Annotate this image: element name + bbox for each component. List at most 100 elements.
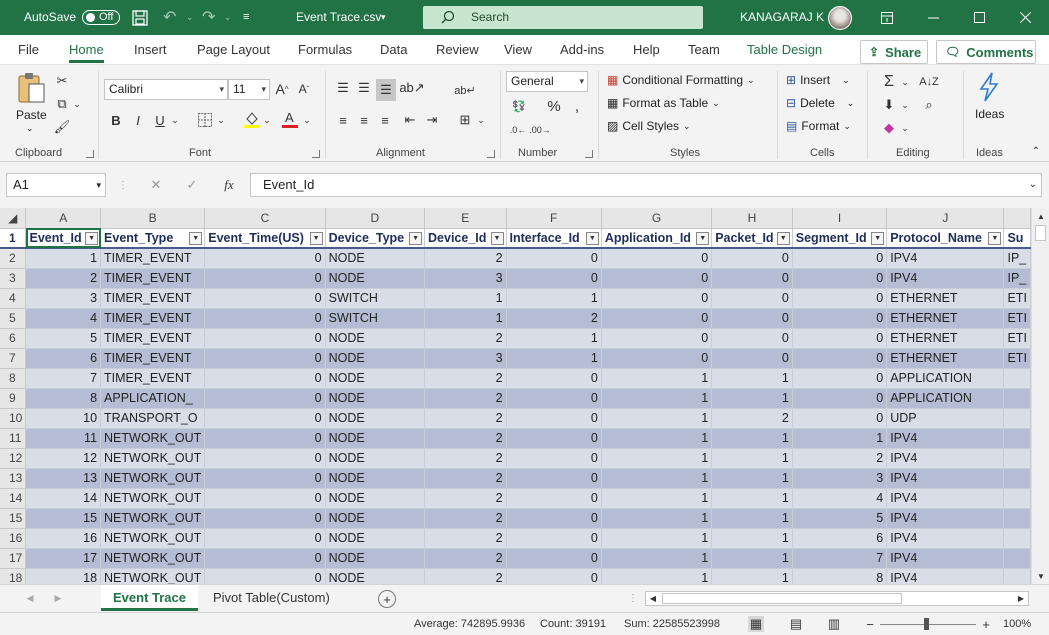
table-cell[interactable]: 0 <box>792 248 888 269</box>
underline-dropdown-icon[interactable]: ⌄ <box>170 111 180 129</box>
header-cell[interactable]: Interface_Id ▼ <box>506 228 602 249</box>
row-header[interactable]: 11 <box>0 428 27 449</box>
header-cell[interactable]: Event_Type ▼ <box>100 228 206 249</box>
table-cell[interactable]: 2 <box>792 448 888 469</box>
sheet-tab-event-trace[interactable]: Event Trace <box>101 585 198 611</box>
table-cell[interactable]: TRANSPORT_O <box>100 408 206 429</box>
table-cell[interactable]: 0 <box>711 328 793 349</box>
table-cell[interactable]: 5 <box>792 508 888 529</box>
table-cell[interactable]: TIMER_EVENT <box>100 308 206 329</box>
row-header[interactable]: 6 <box>0 328 27 349</box>
row-header[interactable]: 16 <box>0 528 27 549</box>
font-name-combo[interactable]: Calibri ▾ <box>104 79 228 100</box>
merge-dropdown-icon[interactable]: ⌄ <box>476 111 486 129</box>
tab-add-ins[interactable]: Add-ins <box>560 42 604 57</box>
table-cell[interactable]: 1 <box>711 448 793 469</box>
table-cell[interactable]: 1 <box>711 368 793 389</box>
font-launcher-icon[interactable] <box>312 150 320 158</box>
row-header[interactable]: 7 <box>0 348 27 369</box>
filter-dropdown-icon[interactable]: ▼ <box>409 231 423 245</box>
table-cell[interactable]: TIMER_EVENT <box>100 288 206 309</box>
autosum-icon[interactable]: Σ <box>880 73 898 91</box>
table-cell[interactable]: 1 <box>711 508 793 529</box>
table-cell[interactable]: 0 <box>792 268 888 289</box>
table-cell[interactable]: ETI <box>1003 328 1031 349</box>
merge-center-icon[interactable]: ⊞ <box>456 111 474 129</box>
table-cell[interactable]: 0 <box>506 448 602 469</box>
table-cell[interactable]: NODE <box>325 508 426 529</box>
vertical-scrollbar[interactable]: ▲ ▼ <box>1031 208 1049 584</box>
scroll-right-icon[interactable]: ▶ <box>1015 593 1027 604</box>
table-cell[interactable]: 0 <box>601 308 713 329</box>
table-cell[interactable]: 0 <box>792 308 888 329</box>
table-cell[interactable]: 1 <box>711 528 793 549</box>
table-cell[interactable]: 17 <box>25 548 102 569</box>
table-cell[interactable]: 0 <box>204 348 326 369</box>
table-cell[interactable]: UDP <box>886 408 1005 429</box>
insert-cells-button[interactable]: ⊞ Insert ⌄ <box>786 73 850 87</box>
table-cell[interactable]: NETWORK_OUT <box>100 468 206 489</box>
table-cell[interactable]: 0 <box>204 328 326 349</box>
table-cell[interactable]: APPLICATION <box>886 368 1005 389</box>
share-button[interactable]: ⇪ Share <box>860 40 928 64</box>
table-cell[interactable]: 1 <box>711 428 793 449</box>
number-launcher-icon[interactable] <box>585 150 593 158</box>
clipboard-launcher-icon[interactable] <box>86 150 94 158</box>
table-cell[interactable]: 2 <box>424 448 507 469</box>
table-cell[interactable]: 0 <box>601 328 713 349</box>
table-cell[interactable]: 18 <box>25 568 102 584</box>
table-cell[interactable]: 0 <box>204 248 326 269</box>
alignment-launcher-icon[interactable] <box>487 150 495 158</box>
table-cell[interactable]: 0 <box>711 288 793 309</box>
ideas-button-label[interactable]: Ideas <box>975 107 1004 121</box>
minimize-icon[interactable] <box>910 0 956 35</box>
scroll-left-icon[interactable]: ◀ <box>647 593 659 604</box>
table-cell[interactable]: 0 <box>506 368 602 389</box>
table-cell[interactable]: 2 <box>424 528 507 549</box>
cell-styles-button[interactable]: ▨ Cell Styles ⌄ <box>607 119 691 133</box>
table-cell[interactable]: ETHERNET <box>886 308 1005 329</box>
decrease-font-icon[interactable]: Aˇ <box>295 79 313 99</box>
column-header[interactable]: D <box>325 208 426 229</box>
header-cell[interactable]: Packet_Id ▼ <box>711 228 793 249</box>
table-cell[interactable]: 14 <box>25 488 102 509</box>
expand-formula-icon[interactable]: ⌄ <box>1029 174 1037 196</box>
status-average[interactable]: Average: 742895.9936 <box>414 618 525 630</box>
table-cell[interactable]: NODE <box>325 388 426 409</box>
table-cell[interactable]: 0 <box>711 308 793 329</box>
table-cell[interactable]: TIMER_EVENT <box>100 368 206 389</box>
autosum-dropdown-icon[interactable]: ⌄ <box>900 73 910 91</box>
table-cell[interactable]: 0 <box>204 288 326 309</box>
row-header[interactable]: 1 <box>0 228 27 249</box>
table-cell[interactable]: 0 <box>792 388 888 409</box>
maximize-icon[interactable] <box>956 0 1002 35</box>
borders-dropdown-icon[interactable]: ⌄ <box>216 111 226 129</box>
zoom-out-icon[interactable]: − <box>864 616 876 632</box>
table-cell[interactable]: 1 <box>711 388 793 409</box>
row-header[interactable]: 9 <box>0 388 27 409</box>
table-cell[interactable]: TIMER_EVENT <box>100 248 206 269</box>
table-cell[interactable]: NODE <box>325 528 426 549</box>
avatar[interactable] <box>828 6 852 30</box>
table-cell[interactable]: 0 <box>792 288 888 309</box>
font-size-combo[interactable]: 11 ▾ <box>228 79 270 100</box>
column-header[interactable]: E <box>424 208 507 229</box>
paste-icon[interactable] <box>14 71 48 105</box>
table-cell[interactable]: 5 <box>25 328 102 349</box>
table-cell[interactable]: 8 <box>792 568 888 584</box>
undo-dropdown-icon[interactable]: ⌄ <box>186 0 194 35</box>
tab-team[interactable]: Team <box>688 42 720 57</box>
table-cell[interactable]: NODE <box>325 548 426 569</box>
table-cell[interactable]: IPV4 <box>886 548 1005 569</box>
table-cell[interactable]: 1 <box>601 488 713 509</box>
table-cell[interactable]: 2 <box>424 408 507 429</box>
table-cell[interactable] <box>1003 548 1031 569</box>
row-header[interactable]: 14 <box>0 488 27 509</box>
table-cell[interactable]: 1 <box>792 428 888 449</box>
table-cell[interactable]: NODE <box>325 488 426 509</box>
formula-input[interactable]: Event_Id ⌄ <box>250 173 1042 197</box>
table-cell[interactable]: ETI <box>1003 308 1031 329</box>
filter-dropdown-icon[interactable]: ▼ <box>189 231 203 245</box>
table-cell[interactable]: NODE <box>325 328 426 349</box>
font-color-dropdown-icon[interactable]: ⌄ <box>302 111 312 129</box>
